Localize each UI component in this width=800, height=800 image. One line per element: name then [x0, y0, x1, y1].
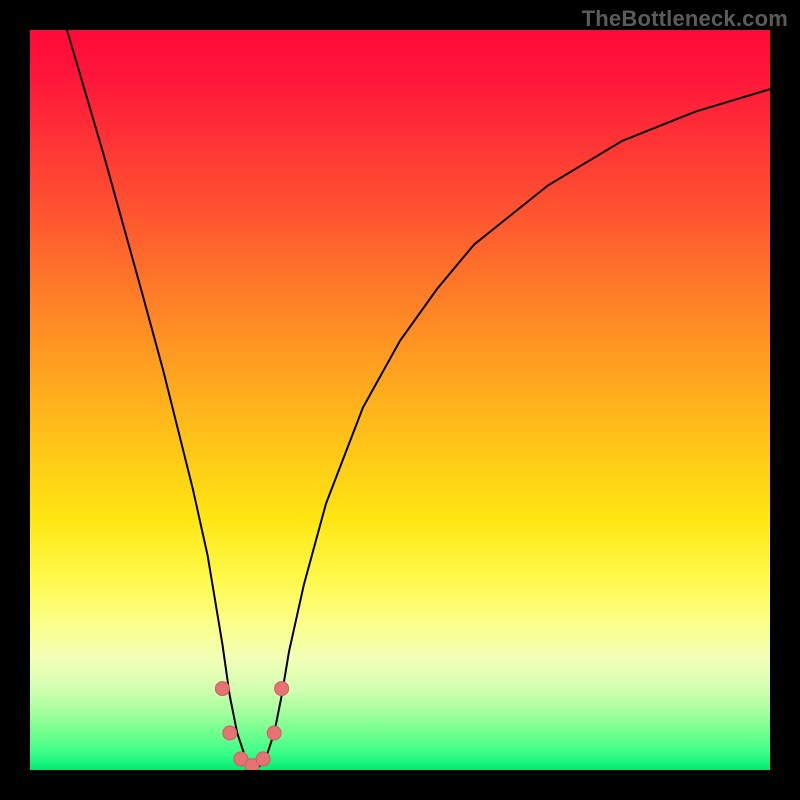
curve-marker	[223, 726, 237, 740]
curve-marker	[267, 726, 281, 740]
curve-marker	[215, 682, 229, 696]
bottleneck-curve	[67, 30, 770, 766]
chart-frame: TheBottleneck.com	[0, 0, 800, 800]
chart-svg	[30, 30, 770, 770]
chart-plot-area	[30, 30, 770, 770]
curve-marker	[256, 752, 270, 766]
watermark-text: TheBottleneck.com	[582, 6, 788, 32]
curve-markers	[215, 682, 288, 770]
curve-marker	[275, 682, 289, 696]
